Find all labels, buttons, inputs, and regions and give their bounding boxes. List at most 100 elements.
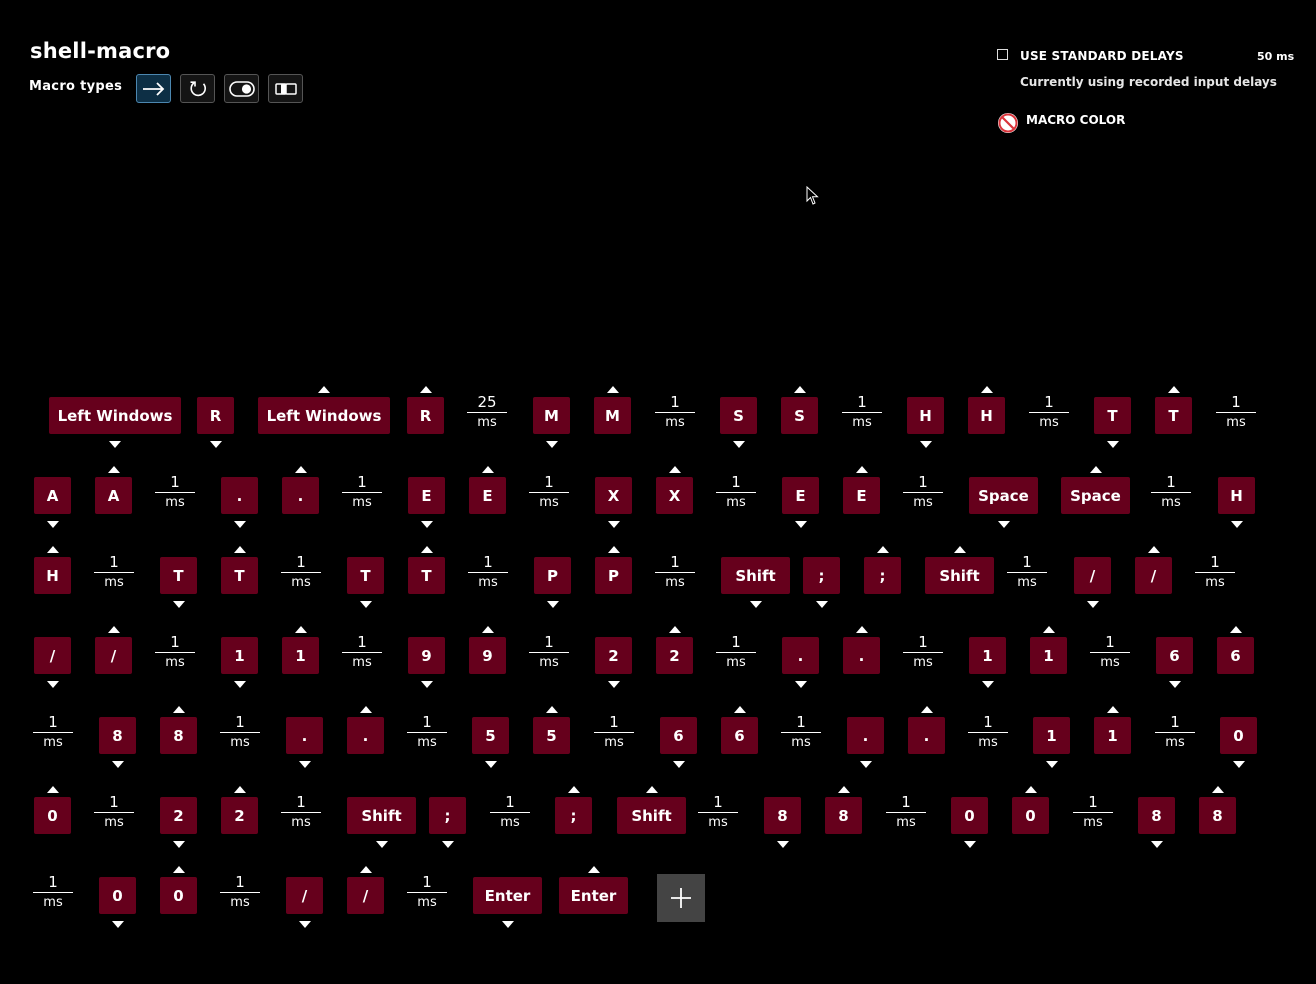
key-down-step[interactable]: P (534, 557, 571, 594)
key-up-step[interactable]: / (347, 877, 384, 914)
key-up-step[interactable]: 8 (1199, 797, 1236, 834)
key-up-step[interactable]: . (282, 477, 319, 514)
key-up-step[interactable]: 6 (721, 717, 758, 754)
key-up-step[interactable]: T (408, 557, 445, 594)
key-up-step[interactable]: 2 (656, 637, 693, 674)
key-up-step[interactable]: 0 (1012, 797, 1049, 834)
key-down-step[interactable]: 9 (408, 637, 445, 674)
key-up-step[interactable]: E (843, 477, 880, 514)
key-down-step[interactable]: . (782, 637, 819, 674)
delay-step[interactable]: 1 ms (529, 473, 569, 510)
key-up-step[interactable]: Shift (925, 557, 994, 594)
key-down-step[interactable]: M (533, 397, 570, 434)
add-step-button[interactable] (657, 874, 705, 922)
key-up-step[interactable]: Space (1061, 477, 1130, 514)
key-up-step[interactable]: T (221, 557, 258, 594)
delay-step[interactable]: 1 ms (342, 633, 382, 670)
key-up-step[interactable]: 6 (1217, 637, 1254, 674)
key-up-step[interactable]: 2 (221, 797, 258, 834)
key-down-step[interactable]: . (286, 717, 323, 754)
key-down-step[interactable]: 6 (1156, 637, 1193, 674)
key-down-step[interactable]: Space (969, 477, 1038, 514)
key-up-step[interactable]: T (1155, 397, 1192, 434)
key-down-step[interactable]: 0 (1220, 717, 1257, 754)
key-up-step[interactable]: Shift (617, 797, 686, 834)
delay-step[interactable]: 1 ms (1216, 393, 1256, 430)
key-up-step[interactable]: 1 (1094, 717, 1131, 754)
key-down-step[interactable]: 2 (160, 797, 197, 834)
key-down-step[interactable]: X (595, 477, 632, 514)
key-down-step[interactable]: Enter (473, 877, 542, 914)
key-up-step[interactable]: Left Windows (258, 397, 390, 434)
key-up-step[interactable]: M (594, 397, 631, 434)
delay-step[interactable]: 1 ms (716, 633, 756, 670)
key-down-step[interactable]: Left Windows (49, 397, 181, 434)
delay-step[interactable]: 1 ms (1007, 553, 1047, 590)
key-down-step[interactable]: 0 (99, 877, 136, 914)
key-up-step[interactable]: ; (864, 557, 901, 594)
key-up-step[interactable]: 1 (1030, 637, 1067, 674)
delay-step[interactable]: 1 ms (716, 473, 756, 510)
delay-step[interactable]: 1 ms (698, 793, 738, 830)
delay-step[interactable]: 1 ms (1155, 713, 1195, 750)
key-down-step[interactable]: 8 (1138, 797, 1175, 834)
delay-step[interactable]: 1 ms (1090, 633, 1130, 670)
key-down-step[interactable]: H (1218, 477, 1255, 514)
delay-step[interactable]: 1 ms (1073, 793, 1113, 830)
key-up-step[interactable]: R (407, 397, 444, 434)
key-down-step[interactable]: T (347, 557, 384, 594)
key-up-step[interactable]: E (469, 477, 506, 514)
delay-step[interactable]: 1 ms (33, 873, 73, 910)
key-down-step[interactable]: ; (803, 557, 840, 594)
key-up-step[interactable]: 0 (160, 877, 197, 914)
key-up-step[interactable]: . (843, 637, 880, 674)
key-up-step[interactable]: 5 (533, 717, 570, 754)
delay-step[interactable]: 1 ms (968, 713, 1008, 750)
key-down-step[interactable]: 8 (764, 797, 801, 834)
key-up-step[interactable]: P (595, 557, 632, 594)
delay-step[interactable]: 1 ms (490, 793, 530, 830)
key-down-step[interactable]: 1 (221, 637, 258, 674)
delay-step[interactable]: 1 ms (1151, 473, 1191, 510)
key-down-step[interactable]: S (720, 397, 757, 434)
key-up-step[interactable]: / (95, 637, 132, 674)
delay-step[interactable]: 25 ms (467, 393, 507, 430)
key-up-step[interactable]: . (908, 717, 945, 754)
delay-step[interactable]: 1 ms (1029, 393, 1069, 430)
key-up-step[interactable]: 0 (34, 797, 71, 834)
delay-step[interactable]: 1 ms (281, 793, 321, 830)
key-up-step[interactable]: X (656, 477, 693, 514)
key-up-step[interactable]: 8 (825, 797, 862, 834)
delay-step[interactable]: 1 ms (594, 713, 634, 750)
delay-step[interactable]: 1 ms (94, 793, 134, 830)
delay-step[interactable]: 1 ms (1195, 553, 1235, 590)
delay-step[interactable]: 1 ms (33, 713, 73, 750)
delay-step[interactable]: 1 ms (903, 473, 943, 510)
key-down-step[interactable]: E (782, 477, 819, 514)
delay-step[interactable]: 1 ms (220, 713, 260, 750)
key-up-step[interactable]: 1 (282, 637, 319, 674)
delay-step[interactable]: 1 ms (155, 473, 195, 510)
key-up-step[interactable]: H (34, 557, 71, 594)
delay-step[interactable]: 1 ms (781, 713, 821, 750)
key-down-step[interactable]: 1 (1033, 717, 1070, 754)
key-down-step[interactable]: 2 (595, 637, 632, 674)
key-down-step[interactable]: T (160, 557, 197, 594)
delay-step[interactable]: 1 ms (281, 553, 321, 590)
delay-step[interactable]: 1 ms (886, 793, 926, 830)
key-down-step[interactable]: 8 (99, 717, 136, 754)
key-down-step[interactable]: 1 (969, 637, 1006, 674)
delay-step[interactable]: 1 ms (155, 633, 195, 670)
key-down-step[interactable]: R (197, 397, 234, 434)
key-up-step[interactable]: . (347, 717, 384, 754)
delay-step[interactable]: 1 ms (468, 553, 508, 590)
key-down-step[interactable]: / (34, 637, 71, 674)
key-up-step[interactable]: H (968, 397, 1005, 434)
key-down-step[interactable]: / (286, 877, 323, 914)
key-up-step[interactable]: 8 (160, 717, 197, 754)
delay-step[interactable]: 1 ms (220, 873, 260, 910)
key-down-step[interactable]: / (1074, 557, 1111, 594)
delay-step[interactable]: 1 ms (655, 553, 695, 590)
key-up-step[interactable]: ; (555, 797, 592, 834)
key-down-step[interactable]: . (221, 477, 258, 514)
